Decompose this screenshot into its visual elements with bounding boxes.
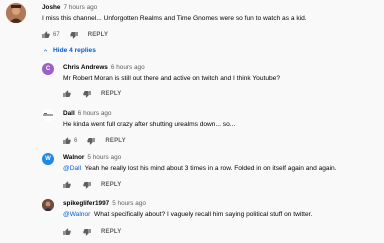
- reply-text: Mr Robert Moran is still out there and a…: [63, 75, 280, 82]
- comment-text: I miss this channel... Unforgotten Realm…: [42, 15, 307, 22]
- reply-actions: REPLY: [63, 180, 121, 190]
- reply-actions: REPLY: [63, 89, 121, 99]
- thumbs-up-icon: [42, 31, 50, 38]
- comment-header: Joshe 7 hours ago: [42, 4, 97, 12]
- mention-link[interactable]: @Dall: [63, 165, 81, 172]
- reply-button[interactable]: REPLY: [101, 182, 121, 188]
- reply-text: @Walnor What specifically about? I vague…: [63, 210, 312, 219]
- thumbs-up-icon: [63, 228, 71, 235]
- reply-author[interactable]: spikeglifer1997: [63, 200, 109, 207]
- reply-author[interactable]: Dall: [63, 110, 75, 117]
- reply-text: @Dall Yeah he really lost his mind about…: [63, 164, 337, 173]
- like-button[interactable]: [63, 181, 71, 189]
- thumbs-down-icon: [83, 182, 91, 189]
- comment-time[interactable]: 7 hours ago: [63, 4, 97, 11]
- reply-button[interactable]: REPLY: [105, 138, 125, 144]
- thumbs-up-icon: [63, 181, 71, 188]
- user-photo-icon: [6, 3, 26, 23]
- reply-header: Dall 6 hours ago: [63, 110, 112, 118]
- reply-button[interactable]: REPLY: [101, 229, 121, 235]
- reply-body: Yeah he really lost his mind about 3 tim…: [81, 165, 337, 172]
- like-button[interactable]: [63, 228, 71, 236]
- reply-header: Walnor 5 hours ago: [63, 154, 121, 162]
- reply-button[interactable]: REPLY: [101, 91, 121, 97]
- avatar[interactable]: W: [42, 153, 54, 165]
- thumbs-up-icon: [63, 90, 71, 97]
- reply-header: spikeglifer1997 5 hours ago: [63, 200, 146, 208]
- reply-actions: 6 REPLY: [63, 136, 126, 146]
- avatar[interactable]: [42, 109, 54, 121]
- reply-button[interactable]: REPLY: [88, 32, 108, 38]
- like-button[interactable]: [42, 31, 50, 39]
- dislike-button[interactable]: [83, 90, 91, 98]
- reply-author[interactable]: Chris Andrews: [63, 64, 108, 71]
- thumbs-down-icon: [87, 138, 96, 145]
- like-count: 6: [74, 138, 78, 144]
- user-photo-icon: [42, 199, 54, 211]
- like-button[interactable]: [63, 137, 71, 145]
- reply-body: What specifically about? I vaguely recal…: [90, 211, 313, 218]
- comment-actions: 67 REPLY: [42, 30, 108, 40]
- comment-author[interactable]: Joshe: [42, 4, 60, 11]
- thumbs-down-icon: [70, 32, 78, 39]
- mention-link[interactable]: @Walnor: [63, 211, 90, 218]
- reply-time[interactable]: 5 hours ago: [87, 154, 121, 161]
- like-button[interactable]: [63, 90, 71, 98]
- like-count: 67: [53, 32, 60, 38]
- reply-author[interactable]: Walnor: [63, 154, 84, 161]
- user-photo-icon: [42, 109, 54, 121]
- avatar[interactable]: [42, 199, 54, 211]
- reply-header: Chris Andrews 6 hours ago: [63, 64, 145, 72]
- thumbs-down-icon: [83, 229, 91, 236]
- avatar[interactable]: C: [42, 63, 54, 75]
- dislike-button[interactable]: [87, 137, 96, 145]
- reply-time[interactable]: 6 hours ago: [111, 64, 145, 71]
- reply-text: He kinda went full crazy after shutting …: [63, 121, 236, 128]
- dislike-button[interactable]: [83, 181, 91, 189]
- hide-replies-label: Hide 4 replies: [53, 46, 96, 54]
- reply-time[interactable]: 5 hours ago: [112, 200, 146, 207]
- dislike-button[interactable]: [70, 31, 78, 39]
- avatar[interactable]: [6, 3, 26, 23]
- dislike-button[interactable]: [83, 228, 91, 236]
- hide-replies-button[interactable]: Hide 4 replies: [42, 45, 96, 55]
- thumbs-up-icon: [63, 137, 71, 144]
- chevron-up-icon: [43, 48, 48, 51]
- reply-actions: REPLY: [63, 227, 121, 237]
- reply-time[interactable]: 6 hours ago: [78, 110, 112, 117]
- thumbs-down-icon: [83, 91, 91, 98]
